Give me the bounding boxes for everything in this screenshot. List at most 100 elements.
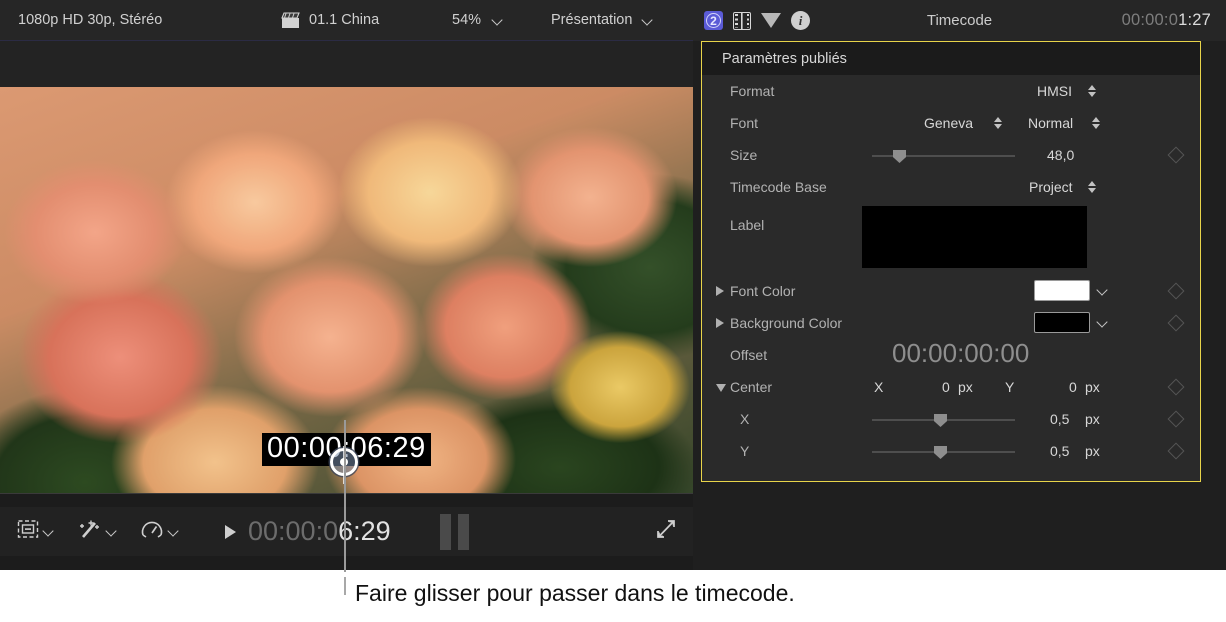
param-label-background-color: Background Color <box>730 315 842 331</box>
disclosure-closed-icon[interactable] <box>716 318 724 328</box>
transport-timecode-dim: 00:00:0 <box>248 516 338 546</box>
param-row-background-color: Background Color <box>702 307 1200 339</box>
stepper-icon[interactable] <box>1088 180 1097 194</box>
retime-button[interactable] <box>140 518 180 545</box>
param-row-offset: Offset 00:00:00:00 <box>702 339 1200 371</box>
pause-bars-icon[interactable] <box>440 514 469 550</box>
chevron-down-icon <box>44 526 55 537</box>
param-row-label: Label <box>702 203 1200 275</box>
param-value-center-x[interactable]: 0 <box>942 379 950 395</box>
speed-gauge-icon <box>140 518 164 545</box>
param-value-offset[interactable]: 00:00:00:00 <box>892 338 1029 369</box>
keyframe-diamond-icon[interactable] <box>1168 147 1185 164</box>
param-row-size: Size 48,0 <box>702 139 1200 171</box>
disclosure-open-icon[interactable] <box>716 384 726 397</box>
size-slider[interactable] <box>872 150 1015 162</box>
expand-fullscreen-button[interactable] <box>655 518 677 545</box>
chevron-down-icon <box>493 15 504 26</box>
keyframe-diamond-icon[interactable] <box>1168 411 1185 428</box>
inspector-timecode-dim: 00:00:0 <box>1122 11 1178 29</box>
slider-thumb[interactable] <box>934 414 947 427</box>
param-value-center-x-field[interactable]: 0,5 <box>1050 411 1069 427</box>
magic-wand-icon <box>78 518 102 545</box>
param-unit-center-y: px <box>1085 379 1100 395</box>
slider-thumb[interactable] <box>934 446 947 459</box>
application-window: 1080p HD 30p, Stéréo 01.1 China 54% Prés… <box>0 0 1226 622</box>
param-value-center-y-field[interactable]: 0,5 <box>1050 443 1069 459</box>
center-x-slider[interactable] <box>872 414 1015 426</box>
stepper-icon[interactable] <box>1088 84 1097 98</box>
callout-leader-line <box>344 420 346 572</box>
callout-text: Faire glisser pour passer dans le timeco… <box>355 580 795 607</box>
font-color-swatch[interactable] <box>1034 280 1090 301</box>
param-value-font-family[interactable]: Geneva <box>924 115 973 131</box>
chevron-down-icon <box>643 15 654 26</box>
viewer-format-label: 1080p HD 30p, Stéréo <box>18 12 162 28</box>
video-canvas[interactable]: 00:00:06:29 <box>0 41 693 493</box>
param-row-center: Center X 0 px Y 0 px <box>702 371 1200 403</box>
param-label-size: Size <box>730 147 757 163</box>
param-unit-center-x: px <box>958 379 973 395</box>
stepper-icon[interactable] <box>994 116 1003 130</box>
param-value-size[interactable]: 48,0 <box>1047 147 1074 163</box>
clapperboard-icon <box>281 12 300 29</box>
param-label-center-x: X <box>874 379 883 395</box>
chevron-down-icon <box>169 526 180 537</box>
param-row-font: Font Geneva Normal <box>702 107 1200 139</box>
param-value-timecode-base[interactable]: Project <box>1029 179 1073 195</box>
param-row-font-color: Font Color <box>702 275 1200 307</box>
published-parameters-header: Paramètres publiés <box>702 42 1200 75</box>
published-parameters-title: Paramètres publiés <box>722 51 847 67</box>
keyframe-diamond-icon[interactable] <box>1168 443 1185 460</box>
viewer-view-mode-button[interactable]: Présentation <box>551 12 654 28</box>
param-label-format: Format <box>730 83 774 99</box>
param-label-x: X <box>740 411 749 427</box>
label-text-field[interactable] <box>862 206 1087 268</box>
param-value-format[interactable]: HMSI <box>1037 83 1072 99</box>
keyframe-diamond-icon[interactable] <box>1168 315 1185 332</box>
expand-fullscreen-icon <box>655 527 677 544</box>
viewer-toolbar: 1080p HD 30p, Stéréo 01.1 China 54% Prés… <box>0 0 693 41</box>
pause-bar-right <box>458 514 469 550</box>
param-unit-center-x-field: px <box>1085 411 1100 427</box>
viewer-layout-button[interactable] <box>17 519 55 544</box>
background-color-swatch[interactable] <box>1034 312 1090 333</box>
play-button[interactable] <box>225 525 236 539</box>
transport-bar: 00:00:06:29 <box>0 493 693 570</box>
effects-button[interactable] <box>78 518 118 545</box>
inspector-pane: 2 i Timecode 00:00:01:27 Paramètres publ… <box>693 0 1226 570</box>
viewer-clip-name-button[interactable]: 01.1 China <box>281 12 379 29</box>
param-row-timecode-base: Timecode Base Project <box>702 171 1200 203</box>
slider-thumb[interactable] <box>893 150 906 163</box>
param-label-center-y: Y <box>1005 379 1014 395</box>
inspector-timecode-hot: 1:27 <box>1178 11 1211 29</box>
viewer-clip-name-label: 01.1 China <box>309 12 379 28</box>
viewer-zoom-button[interactable]: 54% <box>452 12 504 28</box>
param-label-y: Y <box>740 443 749 459</box>
param-unit-center-y-field: px <box>1085 443 1100 459</box>
param-label-font-color: Font Color <box>730 283 795 299</box>
published-parameters-region: Paramètres publiés Format HMSI Font Gene… <box>701 41 1201 482</box>
param-label-label: Label <box>730 217 764 233</box>
center-y-slider[interactable] <box>872 446 1015 458</box>
param-label-timecode-base: Timecode Base <box>730 179 827 195</box>
inspector-timecode-field[interactable]: 00:00:01:27 <box>1122 11 1211 30</box>
stepper-icon[interactable] <box>1092 116 1101 130</box>
keyframe-diamond-icon[interactable] <box>1168 379 1185 396</box>
chevron-down-icon[interactable] <box>1098 286 1109 297</box>
param-label-offset: Offset <box>730 347 767 363</box>
callout-tick-mark <box>344 577 346 595</box>
param-row-center-y: Y 0,5 px <box>702 435 1200 467</box>
chevron-down-icon[interactable] <box>1098 318 1109 329</box>
keyframe-diamond-icon[interactable] <box>1168 283 1185 300</box>
param-value-center-y[interactable]: 0 <box>1069 379 1077 395</box>
param-row-center-x: X 0,5 px <box>702 403 1200 435</box>
transport-timecode-field[interactable]: 00:00:06:29 <box>248 516 391 547</box>
viewer-layout-icon <box>17 519 39 544</box>
inspector-toolbar: 2 i Timecode 00:00:01:27 <box>693 0 1226 41</box>
disclosure-closed-icon[interactable] <box>716 286 724 296</box>
play-icon <box>225 525 236 539</box>
viewer-pane: 1080p HD 30p, Stéréo 01.1 China 54% Prés… <box>0 0 693 570</box>
param-value-font-style[interactable]: Normal <box>1028 115 1073 131</box>
param-row-format: Format HMSI <box>702 75 1200 107</box>
